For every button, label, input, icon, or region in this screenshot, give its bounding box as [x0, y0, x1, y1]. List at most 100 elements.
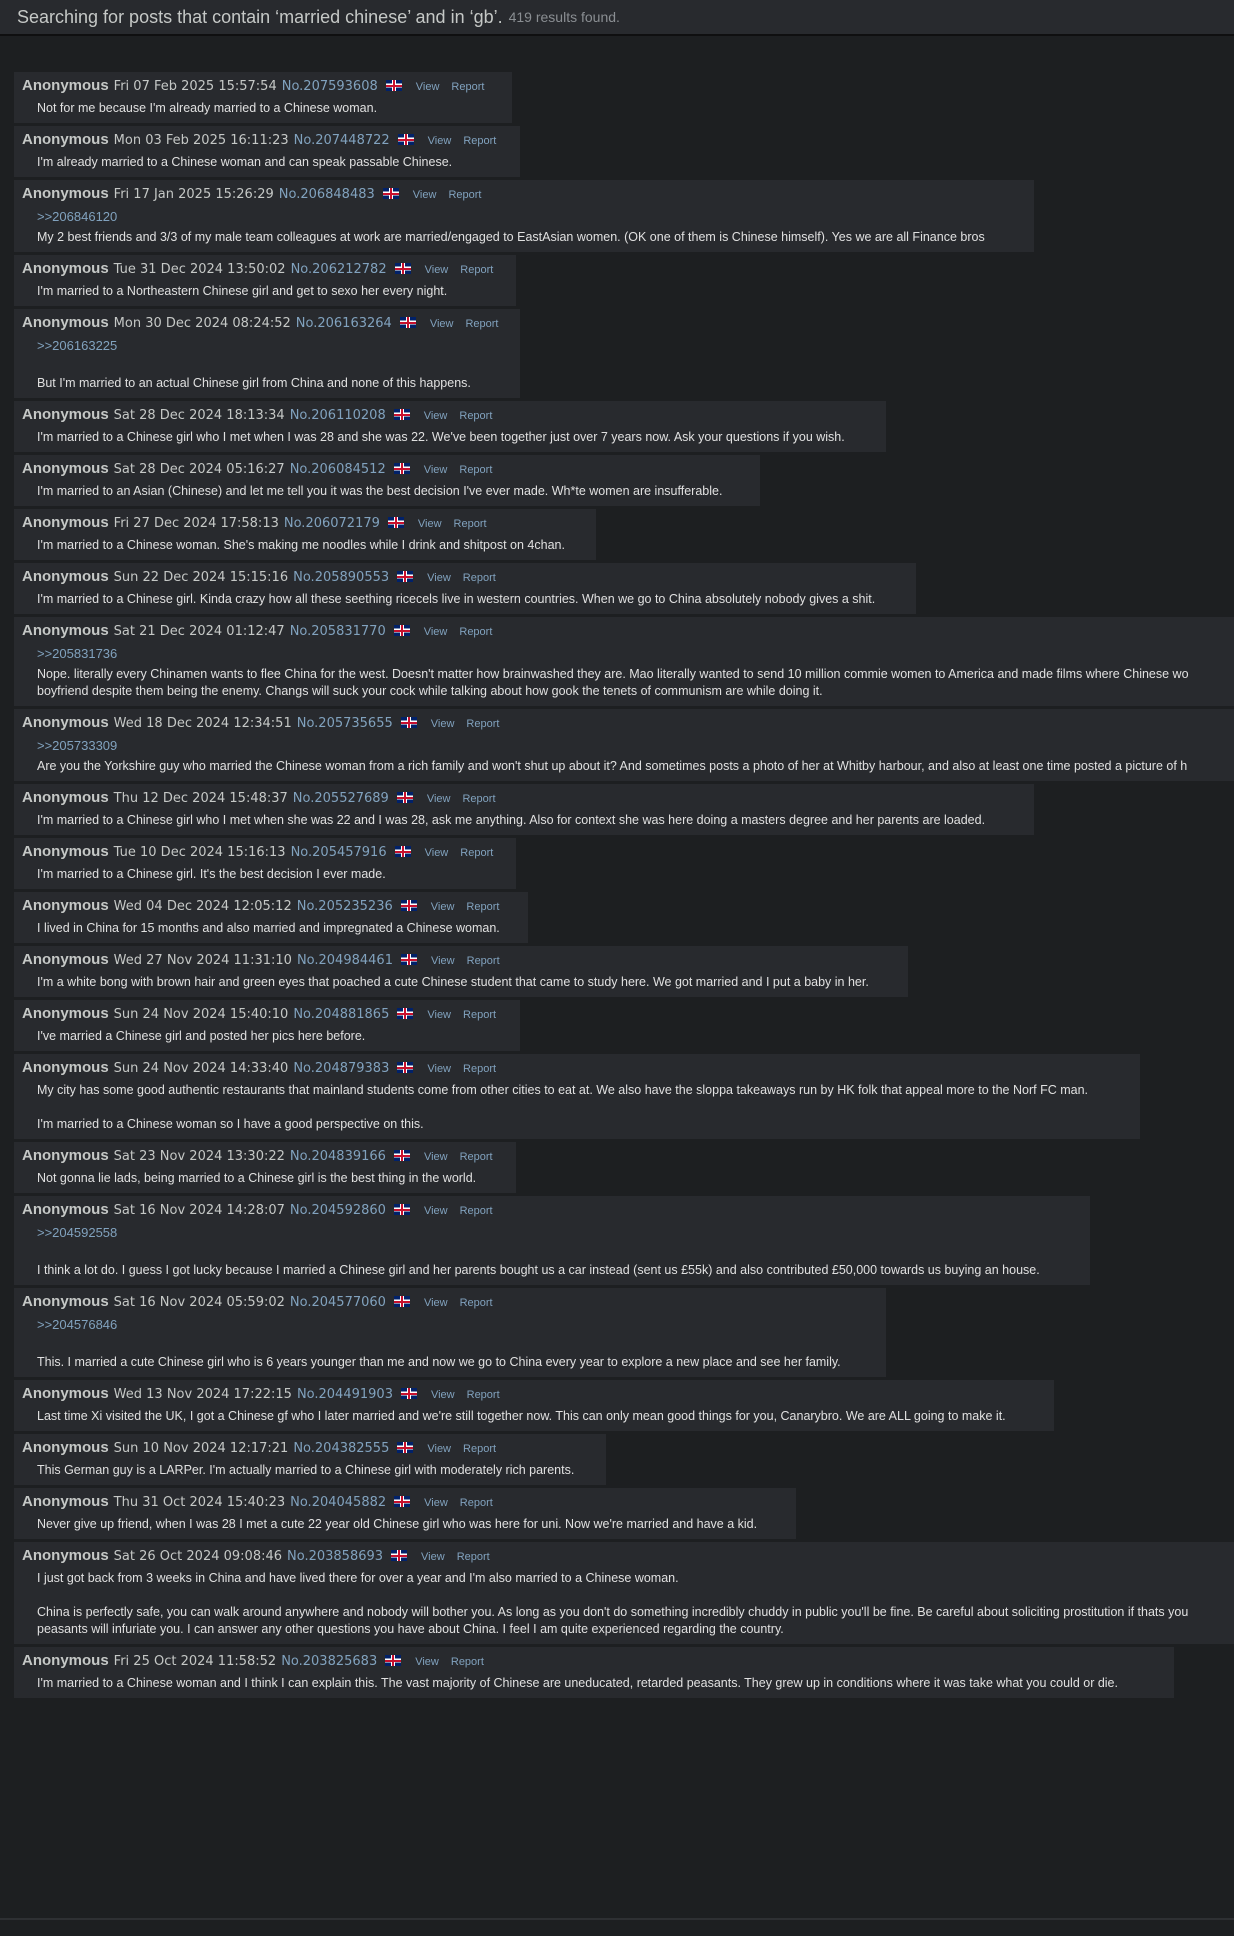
post-body: I'm married to a Northeastern Chinese gi… [37, 284, 448, 298]
post-body: I'm already married to a Chinese woman a… [37, 155, 453, 169]
report-link[interactable]: Report [467, 951, 500, 972]
post-number-link[interactable]: No.204491903 [297, 1384, 393, 1405]
post-number-link[interactable]: No.204839166 [290, 1146, 386, 1167]
post-number-link[interactable]: No.205831770 [290, 621, 386, 642]
report-link[interactable]: Report [463, 131, 496, 152]
uk-flag-icon [393, 463, 410, 474]
view-link[interactable]: View [431, 1385, 455, 1406]
search-header: Searching for posts that contain ‘marrie… [0, 0, 1234, 36]
report-link[interactable]: Report [467, 1385, 500, 1406]
view-link[interactable]: View [427, 568, 451, 589]
post-number-link[interactable]: No.206084512 [290, 459, 386, 480]
view-link[interactable]: View [413, 185, 437, 206]
report-link[interactable]: Report [460, 1201, 493, 1222]
report-link[interactable]: Report [459, 460, 492, 481]
post-number-link[interactable]: No.205735655 [297, 713, 393, 734]
post-number-link[interactable]: No.206110208 [290, 405, 386, 426]
post-number-link[interactable]: No.204881865 [293, 1004, 389, 1025]
view-link[interactable]: View [428, 131, 452, 152]
uk-flag-icon [397, 134, 414, 145]
post-number-link[interactable]: No.205457916 [291, 842, 387, 863]
uk-flag-icon [394, 263, 411, 274]
view-link[interactable]: View [416, 77, 440, 98]
quote-link[interactable]: >>204592558 [22, 1224, 1080, 1241]
poster-name: Anonymous [22, 260, 109, 277]
post-number-link[interactable]: No.206212782 [291, 259, 387, 280]
post-number-link[interactable]: No.206848483 [279, 184, 375, 205]
view-link[interactable]: View [424, 622, 448, 643]
view-link[interactable]: View [424, 1293, 448, 1314]
poster-name: Anonymous [22, 1293, 109, 1310]
quote-link[interactable]: >>204576846 [22, 1316, 876, 1333]
view-link[interactable]: View [427, 1439, 451, 1460]
view-link[interactable]: View [425, 260, 449, 281]
report-link[interactable]: Report [460, 1293, 493, 1314]
post-number-link[interactable]: No.203825683 [281, 1651, 377, 1672]
post-list: Anonymous Fri 07 Feb 2025 15:57:54 No.2075… [0, 36, 1234, 1698]
view-link[interactable]: View [424, 1493, 448, 1514]
report-link[interactable]: Report [463, 568, 496, 589]
report-link[interactable]: Report [463, 1005, 496, 1026]
view-link[interactable]: View [424, 460, 448, 481]
view-link[interactable]: View [430, 314, 454, 335]
view-link[interactable]: View [418, 514, 442, 535]
view-link[interactable]: View [427, 1059, 451, 1080]
post-number-link[interactable]: No.206072179 [284, 513, 380, 534]
report-link[interactable]: Report [460, 1147, 493, 1168]
report-link[interactable]: Report [463, 1059, 496, 1080]
view-link[interactable]: View [431, 951, 455, 972]
quote-link[interactable]: >>206163225 [22, 337, 510, 354]
post-number-link[interactable]: No.204592860 [290, 1200, 386, 1221]
view-link[interactable]: View [421, 1547, 445, 1568]
poster-name: Anonymous [22, 314, 109, 331]
view-link[interactable]: View [424, 1201, 448, 1222]
view-link[interactable]: View [427, 1005, 451, 1026]
view-link[interactable]: View [431, 897, 455, 918]
post-number-link[interactable]: No.203858693 [287, 1546, 383, 1567]
post-header: Anonymous Fri 07 Feb 2025 15:57:54 No.2075… [22, 75, 502, 96]
view-link[interactable]: View [424, 1147, 448, 1168]
post-number-link[interactable]: No.205235236 [297, 896, 393, 917]
report-link[interactable]: Report [462, 789, 495, 810]
report-link[interactable]: Report [454, 514, 487, 535]
post-number-link[interactable]: No.206163264 [296, 313, 392, 334]
report-link[interactable]: Report [463, 1439, 496, 1460]
report-link[interactable]: Report [448, 185, 481, 206]
uk-flag-icon [400, 900, 417, 911]
report-link[interactable]: Report [460, 1493, 493, 1514]
quote-link[interactable]: >>205831736 [22, 645, 1234, 662]
post-number-link[interactable]: No.204879383 [293, 1058, 389, 1079]
quote-link[interactable]: >>206846120 [22, 208, 1024, 225]
view-link[interactable]: View [424, 406, 448, 427]
post-number-link[interactable]: No.204382555 [293, 1438, 389, 1459]
post-number-link[interactable]: No.207448722 [294, 130, 390, 151]
report-link[interactable]: Report [460, 260, 493, 281]
report-link[interactable]: Report [465, 314, 498, 335]
post-body: But I'm married to an actual Chinese gir… [37, 376, 471, 390]
uk-flag-icon [400, 954, 417, 965]
report-link[interactable]: Report [459, 406, 492, 427]
report-link[interactable]: Report [466, 897, 499, 918]
quote-link[interactable]: >>205733309 [22, 737, 1234, 754]
report-link[interactable]: Report [451, 1652, 484, 1673]
post-number-link[interactable]: No.205527689 [293, 788, 389, 809]
report-link[interactable]: Report [459, 622, 492, 643]
poster-name: Anonymous [22, 1201, 109, 1218]
uk-flag-icon [397, 1008, 414, 1019]
uk-flag-icon [393, 1150, 410, 1161]
view-link[interactable]: View [427, 789, 451, 810]
view-link[interactable]: View [431, 714, 455, 735]
poster-name: Anonymous [22, 951, 109, 968]
post-number-link[interactable]: No.207593608 [282, 76, 378, 97]
post-number-link[interactable]: No.204984461 [297, 950, 393, 971]
report-link[interactable]: Report [457, 1547, 490, 1568]
view-link[interactable]: View [425, 843, 449, 864]
post-number-link[interactable]: No.204045882 [290, 1492, 386, 1513]
report-link[interactable]: Report [466, 714, 499, 735]
post-number-link[interactable]: No.204577060 [290, 1292, 386, 1313]
report-link[interactable]: Report [460, 843, 493, 864]
post-number-link[interactable]: No.205890553 [293, 567, 389, 588]
view-link[interactable]: View [415, 1652, 439, 1673]
report-link[interactable]: Report [451, 77, 484, 98]
post-header: Anonymous Fri 27 Dec 2024 17:58:13 No.2060… [22, 512, 586, 533]
